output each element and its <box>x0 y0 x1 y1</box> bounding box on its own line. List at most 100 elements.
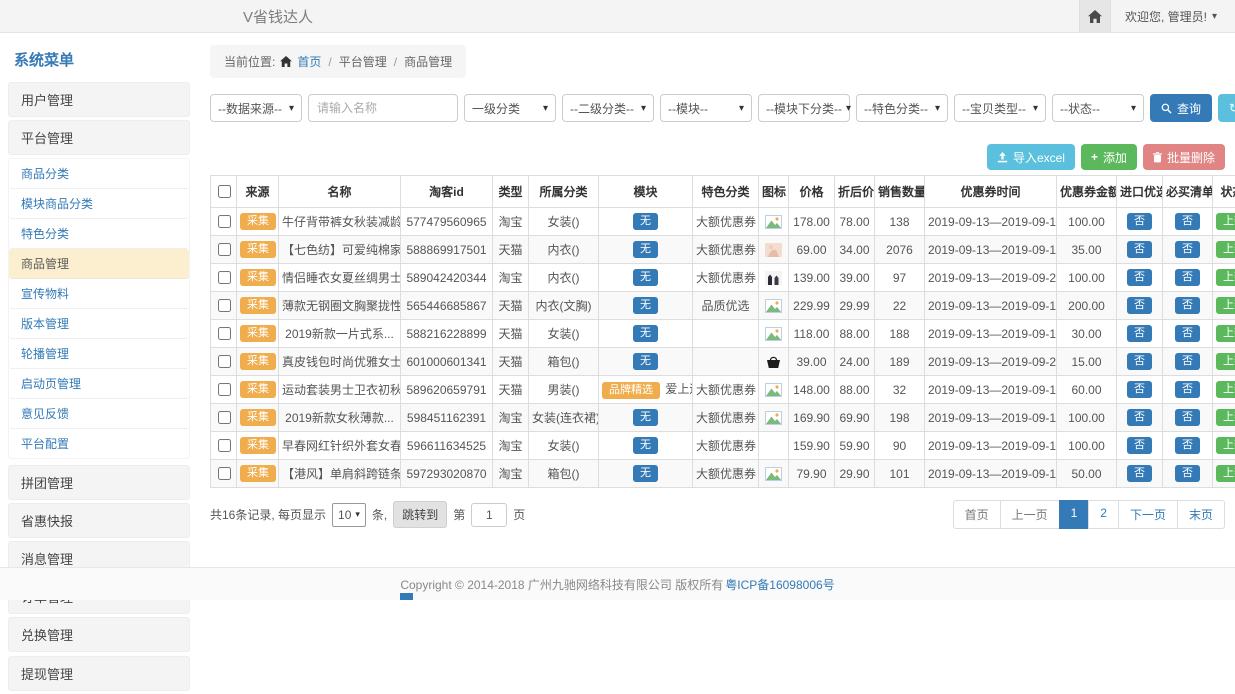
row-checkbox[interactable] <box>218 383 231 396</box>
pagination-button[interactable]: 2 <box>1088 500 1119 529</box>
module-badge[interactable]: 无 <box>633 409 658 426</box>
icp-link[interactable]: 粤ICP备16098006号 <box>725 576 834 593</box>
module-badge[interactable]: 品牌精选 <box>602 382 660 399</box>
module-badge[interactable]: 无 <box>633 241 658 258</box>
jump-button[interactable]: 跳转到 <box>393 501 447 528</box>
sidebar-item[interactable]: 模块商品分类 <box>9 189 189 219</box>
import-select-badge[interactable]: 否 <box>1127 465 1152 482</box>
select-all-checkbox[interactable] <box>218 185 231 198</box>
sidebar-group[interactable]: 提现管理 <box>8 656 190 691</box>
module-badge[interactable]: 无 <box>633 353 658 370</box>
must-buy-badge[interactable]: 否 <box>1175 325 1200 342</box>
pagination-button[interactable]: 末页 <box>1177 500 1225 529</box>
user-menu[interactable]: 欢迎您, 管理员! ▾ <box>1111 8 1235 25</box>
filter-select[interactable]: --宝贝类型-- ▾ <box>954 94 1046 122</box>
import-select-badge[interactable]: 否 <box>1127 325 1152 342</box>
module-badge[interactable]: 无 <box>633 465 658 482</box>
filter-select[interactable]: --状态-- ▾ <box>1052 94 1144 122</box>
sidebar-item[interactable]: 平台配置 <box>9 429 189 458</box>
page-size-select[interactable]: 10 ▾ <box>332 503 366 527</box>
status-badge[interactable]: 上架 <box>1216 437 1235 454</box>
sidebar-item[interactable]: 特色分类 <box>9 219 189 249</box>
must-buy-badge[interactable]: 否 <box>1175 437 1200 454</box>
filter-select[interactable]: 一级分类 ▾ <box>464 94 556 122</box>
breadcrumb-home-link[interactable]: 首页 <box>297 53 321 70</box>
sidebar-item[interactable]: 商品管理 <box>9 249 189 279</box>
sidebar-item[interactable]: 宣传物料 <box>9 279 189 309</box>
import-select-badge[interactable]: 否 <box>1127 213 1152 230</box>
pagination-button[interactable]: 下一页 <box>1118 500 1178 529</box>
product-name: 早春网红针织外套女春... <box>279 432 401 460</box>
product-name: 运动套装男士卫衣初秋... <box>279 376 401 404</box>
import-select-badge[interactable]: 否 <box>1127 437 1152 454</box>
sidebar-item[interactable]: 版本管理 <box>9 309 189 339</box>
feature-category: 大额优惠券 <box>693 460 759 488</box>
sidebar-group[interactable]: 平台管理 <box>8 120 190 155</box>
row-checkbox[interactable] <box>218 271 231 284</box>
reset-button[interactable]: ↻ 重置 <box>1218 94 1235 122</box>
add-button[interactable]: + 添加 <box>1081 144 1137 170</box>
row-checkbox[interactable] <box>218 299 231 312</box>
row-checkbox[interactable] <box>218 243 231 256</box>
status-badge[interactable]: 上架 <box>1216 213 1235 230</box>
batch-delete-button[interactable]: 批量删除 <box>1143 144 1225 170</box>
import-select-badge[interactable]: 否 <box>1127 409 1152 426</box>
status-badge[interactable]: 上架 <box>1216 465 1235 482</box>
pagination-button[interactable]: 首页 <box>953 500 1001 529</box>
filter-select[interactable]: --数据来源-- ▾ <box>210 94 302 122</box>
jump-page-input[interactable] <box>471 503 507 527</box>
must-buy-badge[interactable]: 否 <box>1175 269 1200 286</box>
import-excel-button[interactable]: 导入excel <box>987 144 1075 170</box>
row-checkbox[interactable] <box>218 467 231 480</box>
sidebar-group[interactable]: 兑换管理 <box>8 617 190 652</box>
module-badge[interactable]: 无 <box>633 297 658 314</box>
must-buy-badge[interactable]: 否 <box>1175 297 1200 314</box>
pagination-button[interactable]: 1 <box>1059 500 1090 529</box>
status-badge[interactable]: 上架 <box>1216 241 1235 258</box>
filter-select[interactable]: --特色分类-- ▾ <box>856 94 948 122</box>
row-checkbox[interactable] <box>218 439 231 452</box>
must-buy-badge[interactable]: 否 <box>1175 409 1200 426</box>
search-button[interactable]: 查询 <box>1150 94 1212 122</box>
home-button[interactable] <box>1079 0 1111 32</box>
row-checkbox[interactable] <box>218 411 231 424</box>
sidebar-item[interactable]: 商品分类 <box>9 159 189 189</box>
pagination-button[interactable]: 上一页 <box>1000 500 1060 529</box>
module-badge[interactable]: 无 <box>633 269 658 286</box>
row-checkbox[interactable] <box>218 327 231 340</box>
sidebar-item[interactable]: 意见反馈 <box>9 399 189 429</box>
must-buy-badge[interactable]: 否 <box>1175 213 1200 230</box>
status-badge[interactable]: 上架 <box>1216 353 1235 370</box>
filter-select[interactable]: --二级分类-- ▾ <box>562 94 654 122</box>
sidebar-item[interactable]: 轮播管理 <box>9 339 189 369</box>
status-badge[interactable]: 上架 <box>1216 325 1235 342</box>
taoke-id: 565446685867 <box>401 292 493 320</box>
filter-select[interactable]: --模块-- ▾ <box>660 94 752 122</box>
row-checkbox[interactable] <box>218 215 231 228</box>
import-select-badge[interactable]: 否 <box>1127 381 1152 398</box>
must-buy-badge[interactable]: 否 <box>1175 353 1200 370</box>
module-badge[interactable]: 无 <box>633 437 658 454</box>
status-badge[interactable]: 上架 <box>1216 381 1235 398</box>
row-checkbox[interactable] <box>218 355 231 368</box>
must-buy-badge[interactable]: 否 <box>1175 381 1200 398</box>
sidebar-group[interactable]: 拼团管理 <box>8 465 190 500</box>
import-select-badge[interactable]: 否 <box>1127 297 1152 314</box>
import-select-badge[interactable]: 否 <box>1127 269 1152 286</box>
must-buy-badge[interactable]: 否 <box>1175 465 1200 482</box>
must-buy-badge[interactable]: 否 <box>1175 241 1200 258</box>
status-badge[interactable]: 上架 <box>1216 297 1235 314</box>
status-badge[interactable]: 上架 <box>1216 409 1235 426</box>
status-badge[interactable]: 上架 <box>1216 269 1235 286</box>
sidebar-item-label: 特色分类 <box>21 227 69 241</box>
module-badge[interactable]: 无 <box>633 213 658 230</box>
sidebar-item[interactable]: 启动页管理 <box>9 369 189 399</box>
import-select-badge[interactable]: 否 <box>1127 241 1152 258</box>
module-badge[interactable]: 无 <box>633 325 658 342</box>
filter-name-input[interactable] <box>308 94 458 122</box>
import-select-badge[interactable]: 否 <box>1127 353 1152 370</box>
filter-select[interactable]: --模块下分类-- ▾ <box>758 94 850 122</box>
sidebar-group[interactable]: 省惠快报 <box>8 503 190 538</box>
table-row: 采集 2019新款一片式系... 588216228899 天猫 女装() 无 … <box>211 320 1235 348</box>
sidebar-group[interactable]: 用户管理 <box>8 82 190 117</box>
